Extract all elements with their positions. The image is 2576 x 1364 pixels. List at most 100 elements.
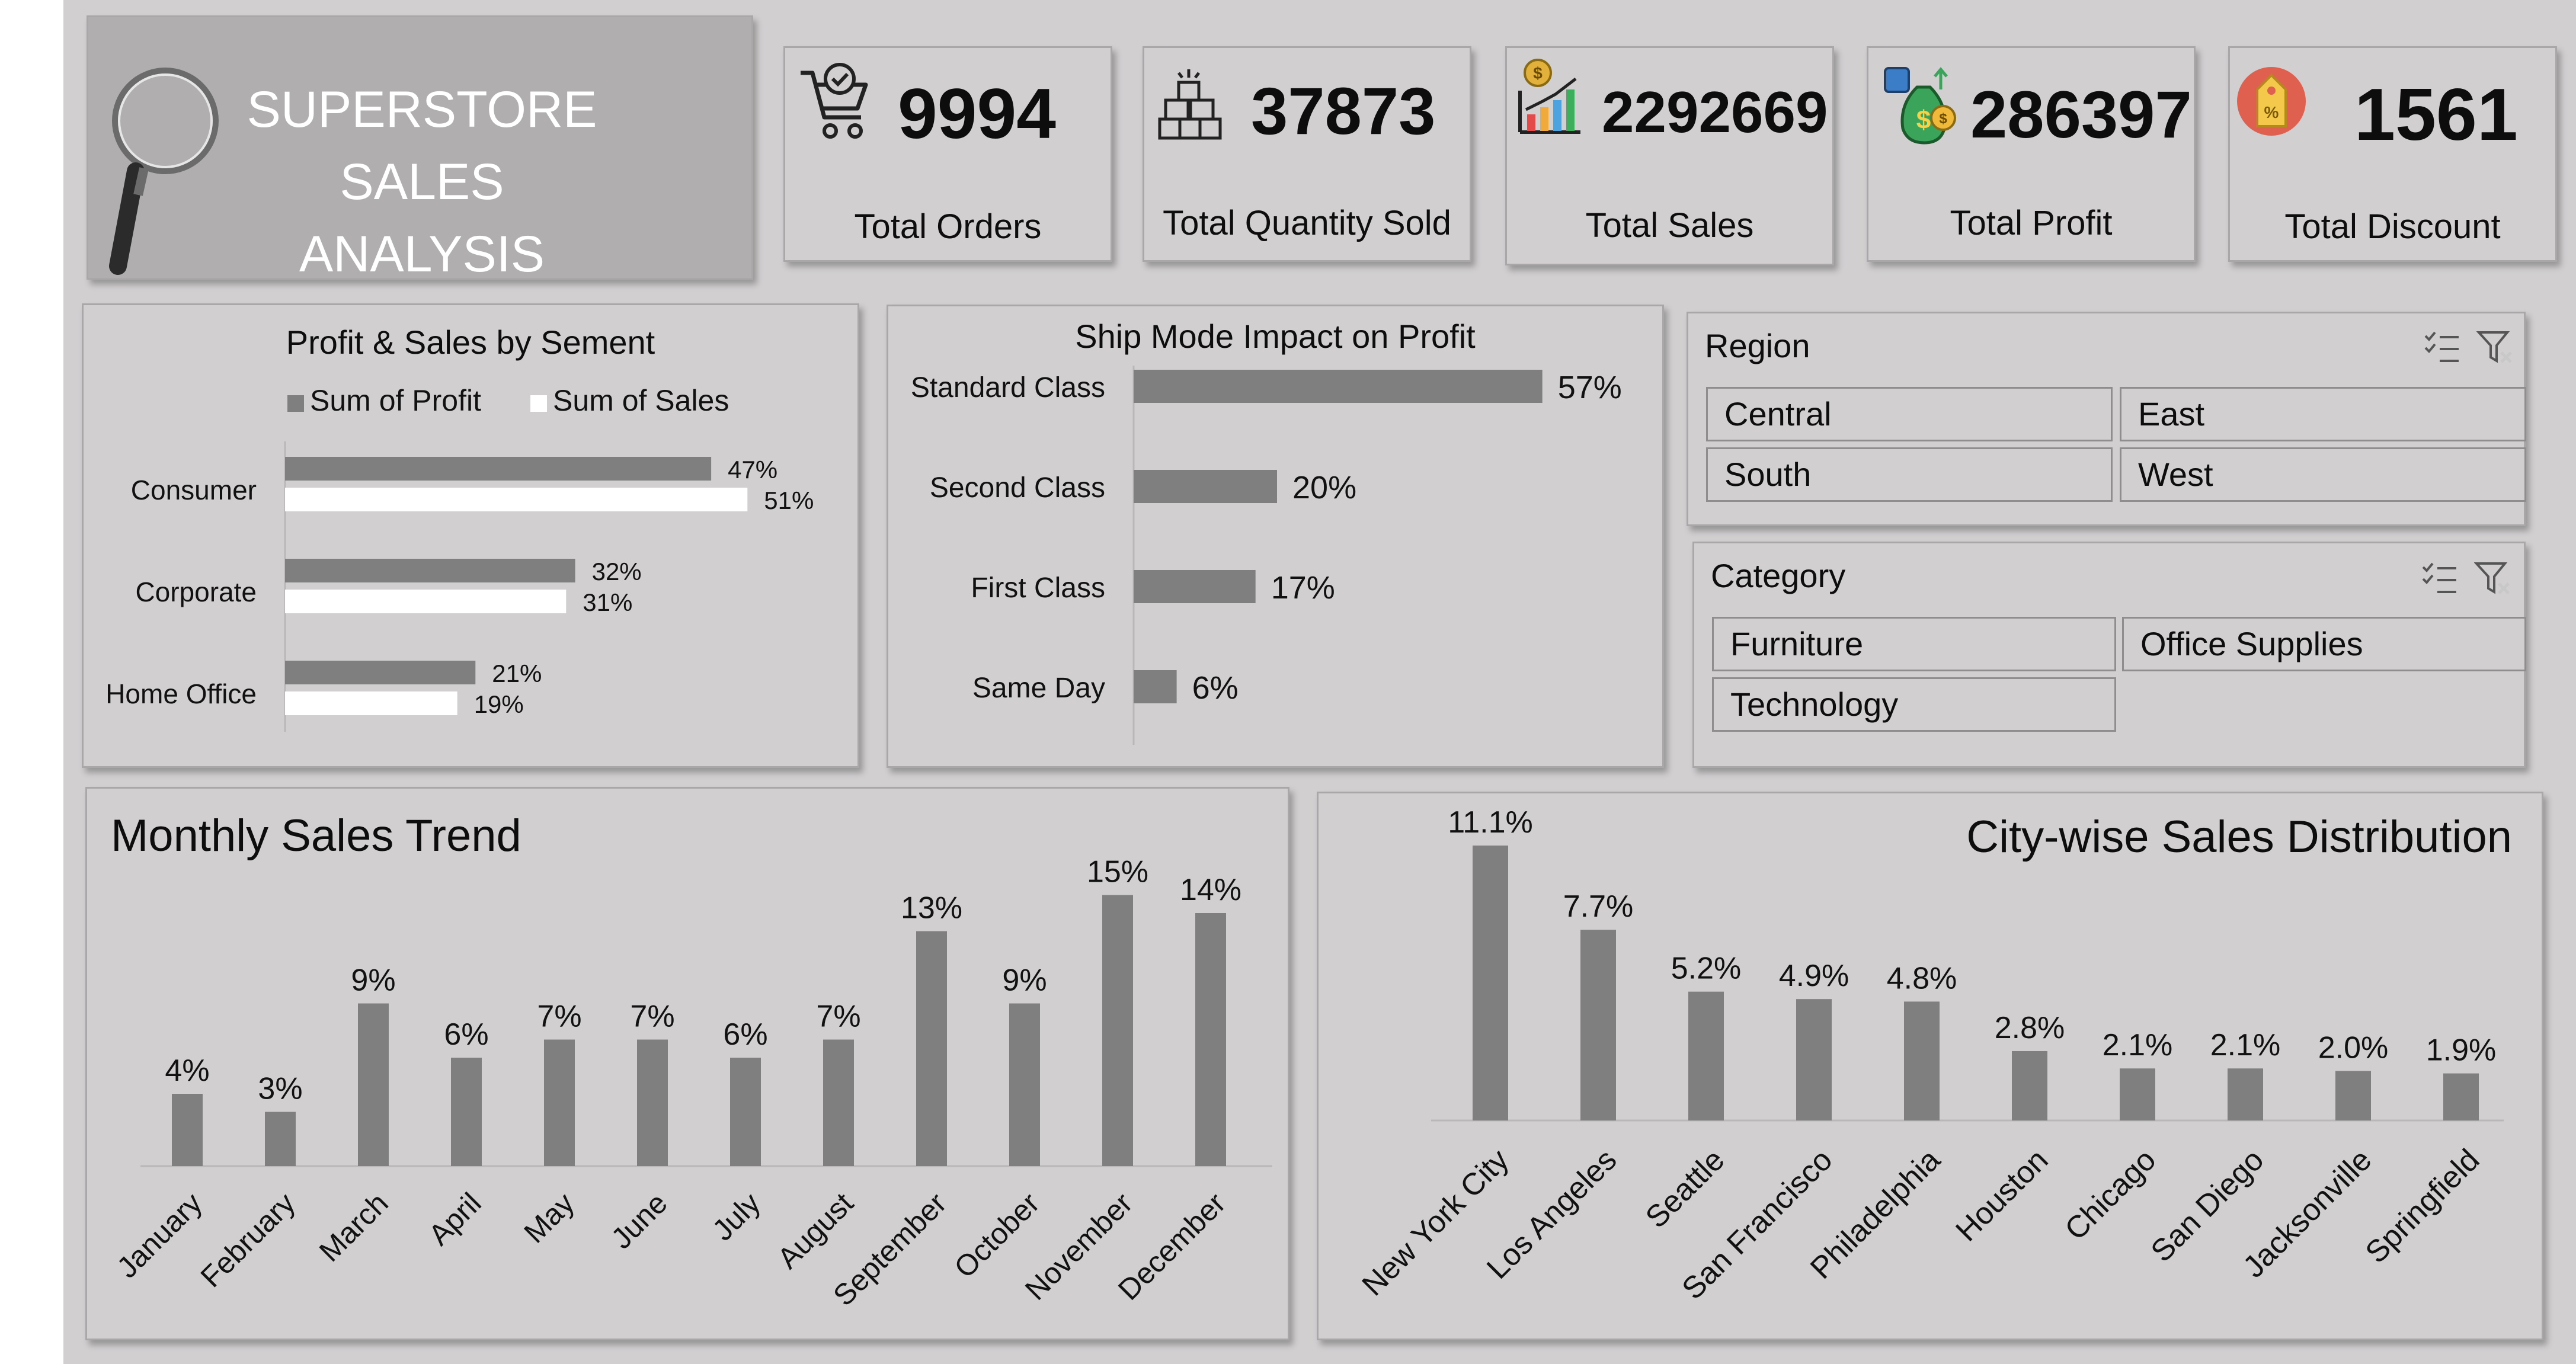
region-option-east[interactable]: East	[2120, 387, 2526, 441]
city-chart-panel: City-wise Sales Distribution 11.1% New Yo…	[1317, 792, 2543, 1340]
monthly-data-label: 14%	[1180, 873, 1241, 907]
segment-chart: Sum of Profit Sum of Sales Consumer 47%51% C…	[105, 384, 814, 732]
title-box: SUPERSTORE SALES ANALYSIS	[87, 15, 753, 283]
monthly-bar	[265, 1112, 296, 1166]
shipmode-category-label: First Class	[971, 572, 1105, 604]
monthly-data-label: 3%	[258, 1072, 302, 1106]
city-tick-label: Springfield	[2359, 1142, 2487, 1270]
monthly-tick-label: April	[422, 1186, 487, 1251]
legend-label-sales: Sum of Sales	[553, 384, 729, 417]
monthly-tick-label: July	[706, 1186, 766, 1247]
monthly-bar	[637, 1039, 668, 1166]
city-data-label: 5.2%	[1671, 952, 1742, 986]
shipmode-data-label: 6%	[1192, 670, 1239, 706]
shipmode-bar	[1134, 570, 1256, 603]
monthly-tick-label: February	[194, 1186, 302, 1293]
segment-bar	[285, 661, 476, 684]
city-bar	[1904, 1001, 1940, 1120]
svg-text:%: %	[2264, 103, 2279, 121]
city-data-label: 7.7%	[1563, 889, 1634, 924]
shipmode-category-label: Standard Class	[911, 372, 1105, 404]
svg-text:$: $	[1533, 64, 1543, 82]
segment-bar	[285, 488, 748, 511]
monthly-bar	[730, 1058, 761, 1166]
monthly-data-label: 7%	[630, 1000, 674, 1034]
shipmode-chart-panel: Ship Mode Impact on Profit Standard Clas…	[887, 305, 1664, 768]
segment-data-label: 31%	[583, 588, 632, 616]
multi-select-icon[interactable]	[2421, 561, 2459, 597]
kpi-label: Total Discount	[2284, 207, 2501, 246]
segment-data-label: 19%	[474, 690, 524, 718]
city-data-label: 2.1%	[2103, 1028, 2173, 1062]
kpi-value: 1561	[2354, 74, 2518, 156]
region-option-central[interactable]: Central	[1706, 387, 2113, 441]
city-tick-label: New York City	[1356, 1142, 1516, 1302]
region-slicer: Region Central East South West	[1687, 312, 2526, 526]
city-bar	[2335, 1071, 2371, 1120]
monthly-tick-label: March	[313, 1186, 395, 1268]
shipmode-bar	[1134, 470, 1277, 503]
kpi-label: Total Profit	[1950, 204, 2113, 242]
monthly-bar	[1009, 1003, 1040, 1166]
monthly-bar	[916, 931, 947, 1166]
shopping-cart-icon	[801, 63, 868, 139]
segment-data-label: 47%	[728, 456, 777, 484]
monthly-tick-label: October	[948, 1186, 1045, 1284]
kpi-card-total-sales: $ 2292669 Total Sales	[1505, 46, 1834, 265]
category-option-furniture[interactable]: Furniture	[1712, 617, 2116, 671]
city-data-label: 2.8%	[1995, 1011, 2065, 1045]
city-bar	[2012, 1051, 2047, 1120]
city-bar	[2120, 1068, 2155, 1120]
monthly-bar	[823, 1039, 854, 1166]
city-tick-label: Seattle	[1639, 1142, 1731, 1234]
price-tag-icon: %	[2237, 67, 2306, 136]
monthly-tick-label: January	[110, 1186, 208, 1284]
multi-select-icon[interactable]	[2423, 330, 2461, 366]
city-data-label: 4.9%	[1779, 959, 1849, 993]
segment-bar	[285, 590, 567, 613]
monthly-data-label: 15%	[1087, 855, 1148, 889]
segment-bar	[285, 691, 457, 715]
monthly-data-label: 6%	[444, 1017, 488, 1052]
monthly-bar	[544, 1039, 575, 1166]
category-option-technology[interactable]: Technology	[1712, 677, 2116, 732]
segment-category-label: Corporate	[135, 577, 257, 607]
city-data-label: 2.0%	[2318, 1030, 2389, 1065]
segment-bar	[285, 559, 575, 582]
city-tick-label: Chicago	[2059, 1142, 2163, 1247]
monthly-data-label: 9%	[351, 963, 395, 998]
category-option-office-supplies[interactable]: Office Supplies	[2122, 617, 2526, 671]
city-bar	[1796, 999, 1832, 1120]
monthly-bar	[1102, 895, 1133, 1166]
city-chart: 11.1%New York City7.7%Los Angeles5.2%Sea…	[1356, 805, 2504, 1307]
monthly-bar	[451, 1058, 482, 1166]
city-bar	[1580, 930, 1616, 1120]
kpi-card-total-profit: $ $ 286397 Total Profit	[1867, 46, 2196, 262]
monthly-bar	[1195, 913, 1226, 1166]
legend-swatch-sales	[530, 395, 547, 412]
shipmode-chart: Standard Class 57% Second Class 20% First Cl…	[911, 366, 1622, 745]
kpi-label: Total Sales	[1585, 206, 1754, 245]
region-option-south[interactable]: South	[1706, 447, 2113, 502]
clear-filter-icon[interactable]	[2474, 560, 2512, 598]
kpi-value: 2292669	[1602, 79, 1828, 145]
region-option-west[interactable]: West	[2120, 447, 2526, 502]
monthly-data-label: 7%	[816, 1000, 860, 1034]
kpi-value: 37873	[1251, 74, 1436, 148]
city-data-label: 11.1%	[1448, 805, 1533, 840]
svg-text:$: $	[1939, 111, 1947, 127]
clear-filter-icon[interactable]	[2476, 329, 2514, 367]
kpi-card-total-orders: 9994 Total Orders	[783, 46, 1112, 262]
category-slicer: Category Furniture Office Supplies Techn…	[1692, 542, 2526, 768]
monthly-data-label: 7%	[537, 1000, 581, 1034]
city-data-label: 2.1%	[2210, 1028, 2281, 1062]
shipmode-category-label: Second Class	[930, 472, 1105, 504]
monthly-data-label: 4%	[165, 1054, 209, 1088]
kpi-card-total-quantity: 37873 Total Quantity Sold	[1143, 46, 1471, 262]
monthly-tick-label: June	[605, 1186, 674, 1255]
money-bag-icon: $ $	[1884, 67, 1956, 145]
kpi-label: Total Orders	[854, 207, 1042, 246]
city-tick-label: Houston	[1950, 1142, 2055, 1248]
city-bar	[2228, 1068, 2263, 1120]
monthly-chart: 4% January 3% February 9% March 6% April 7% May 7%…	[110, 855, 1272, 1312]
